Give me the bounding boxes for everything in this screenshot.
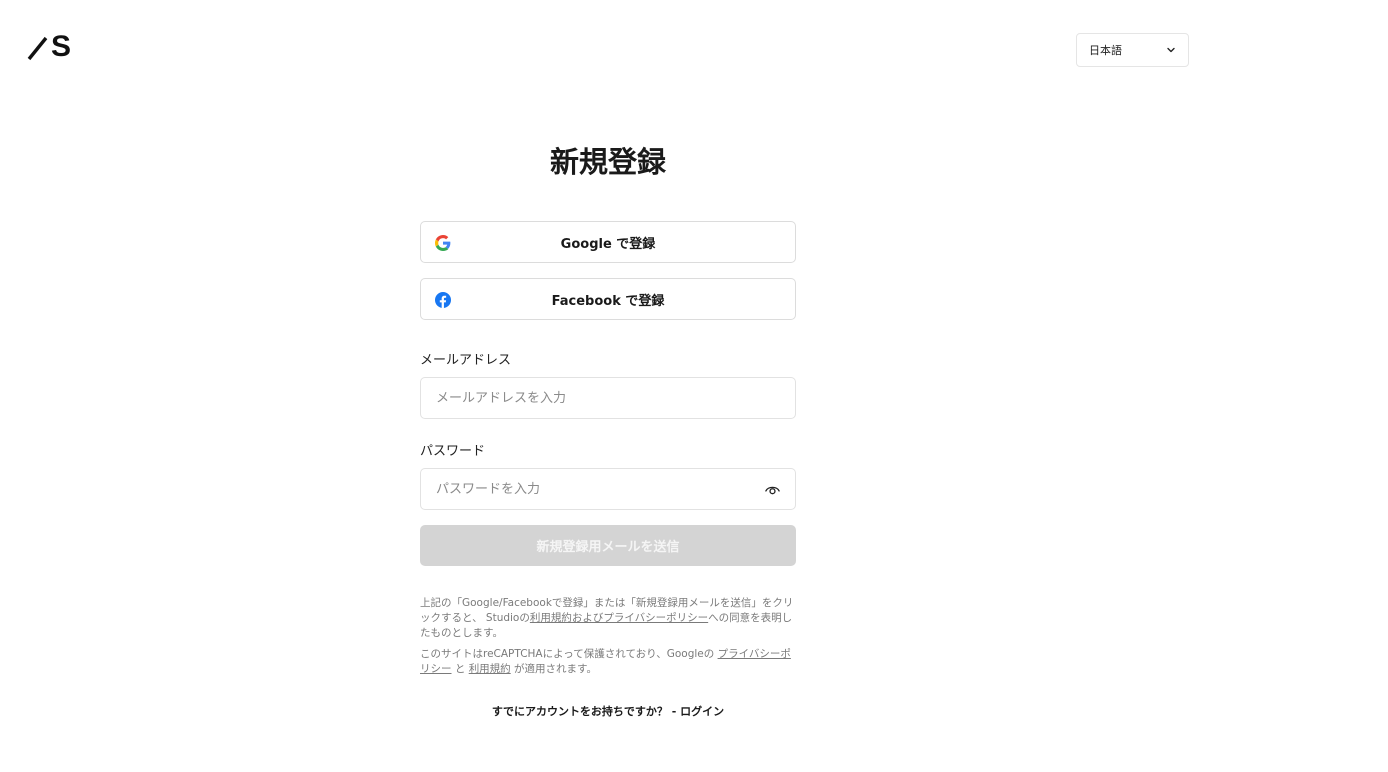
terms-notice: 上記の「Google/Facebookで登録」または「新規登録用メールを送信」を… xyxy=(420,596,796,641)
login-link[interactable]: すでにアカウントをお持ちですか？ - ログイン xyxy=(420,703,796,719)
signup-form: 新規登録 Google で登録 Facebook で登録 メールアドレス パスワ… xyxy=(420,140,796,719)
password-label: パスワード xyxy=(420,444,486,459)
language-select[interactable]: 日本語 xyxy=(1076,33,1189,67)
logo-slash-icon xyxy=(27,36,48,61)
email-field-wrapper xyxy=(420,377,796,419)
chevron-down-icon xyxy=(1167,47,1175,53)
email-field[interactable] xyxy=(421,378,795,418)
password-field-wrapper xyxy=(420,468,796,510)
logo-text: S xyxy=(51,30,71,63)
email-label: メールアドレス xyxy=(420,353,512,368)
google-terms-link[interactable]: 利用規約 xyxy=(469,663,511,675)
legal-notice: 上記の「Google/Facebookで登録」または「新規登録用メールを送信」を… xyxy=(420,596,796,677)
facebook-signup-label: Facebook で登録 xyxy=(551,293,665,309)
recaptcha-prefix: このサイトはreCAPTCHAによって保護されており、Googleの xyxy=(420,648,718,660)
send-signup-email-button[interactable]: 新規登録用メールを送信 xyxy=(420,525,796,566)
google-signup-button[interactable]: Google で登録 xyxy=(420,221,796,263)
recaptcha-and: と xyxy=(451,663,469,675)
terms-privacy-link[interactable]: 利用規約およびプライバシーポリシー xyxy=(530,612,708,624)
recaptcha-notice: このサイトはreCAPTCHAによって保護されており、Googleの プライバシ… xyxy=(420,647,796,677)
recaptcha-suffix: が適用されます。 xyxy=(510,663,597,675)
facebook-signup-button[interactable]: Facebook で登録 xyxy=(420,278,796,320)
studio-logo[interactable]: S xyxy=(27,30,71,63)
language-selected: 日本語 xyxy=(1089,44,1122,57)
eye-icon[interactable] xyxy=(764,481,781,498)
page-title: 新規登録 xyxy=(549,145,666,179)
facebook-icon xyxy=(434,291,451,308)
password-field[interactable] xyxy=(421,469,795,509)
google-icon xyxy=(434,234,451,251)
google-signup-label: Google で登録 xyxy=(560,236,656,252)
